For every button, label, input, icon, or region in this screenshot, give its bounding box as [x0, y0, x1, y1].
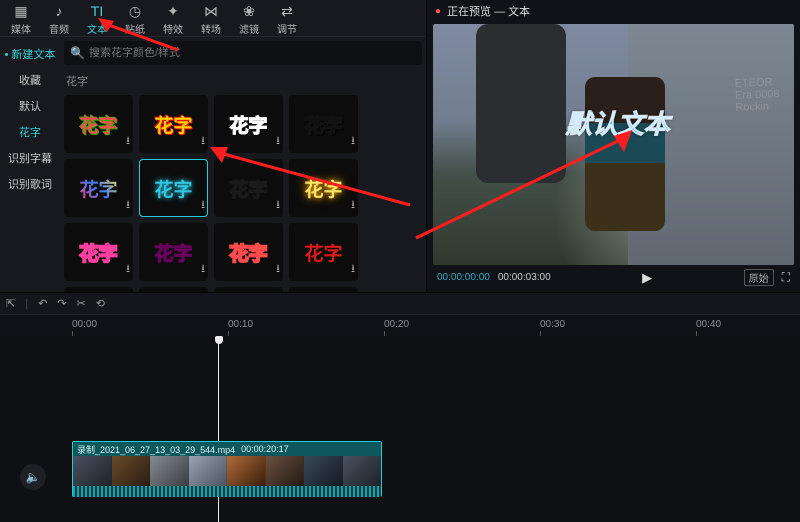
- text-preset[interactable]: 花字⭳: [214, 159, 283, 217]
- undo-icon[interactable]: ↶: [38, 297, 47, 310]
- download-icon: ⭳: [276, 132, 280, 151]
- tab-media[interactable]: ▦媒体: [2, 3, 40, 36]
- tab-sticker[interactable]: ◷贴纸: [116, 3, 154, 36]
- text-preset[interactable]: 花字⭳: [139, 287, 208, 292]
- download-icon: ⭳: [351, 132, 355, 151]
- download-icon: ⭳: [126, 132, 130, 151]
- split-icon[interactable]: ✂: [77, 297, 86, 310]
- text-preset[interactable]: 花字⭳: [64, 159, 133, 217]
- filter-icon: ❀: [230, 3, 268, 20]
- clip-duration: 00:00:20:17: [241, 444, 289, 454]
- tab-audio[interactable]: ♪音频: [40, 3, 78, 36]
- sidebar-item-new-text[interactable]: 新建文本: [0, 41, 60, 67]
- current-time: 00:00:00:00: [437, 272, 490, 283]
- sidebar-item-huazi[interactable]: 花字: [0, 119, 60, 145]
- adjust-icon: ⇄: [268, 3, 306, 20]
- text-preset[interactable]: 花字⭳: [214, 287, 283, 292]
- original-toggle[interactable]: 原始: [744, 269, 774, 286]
- total-time: 00:00:03:00: [498, 272, 551, 283]
- pointer-tool-icon[interactable]: ⇱: [6, 297, 15, 310]
- text-sidebar: 新建文本 收藏 默认 花字 识别字幕 识别歌词: [0, 37, 60, 292]
- download-icon: ⭳: [276, 196, 280, 215]
- download-icon: ⭳: [201, 132, 205, 151]
- sidebar-item-favorites[interactable]: 收藏: [0, 67, 60, 93]
- search-input[interactable]: [89, 47, 416, 59]
- top-tabstrip: ▦媒体 ♪音频 TI文本 ◷贴纸 ✦特效 ⋈转场 ❀滤镜 ⇄调节: [0, 0, 426, 37]
- tab-effect[interactable]: ✦特效: [154, 3, 192, 36]
- preview-panel: ● 正在预览 — 文本 ETEOR Era 0008 Rockin 默认文本 0…: [426, 0, 800, 292]
- transition-icon: ⋈: [192, 3, 230, 20]
- tab-adjust[interactable]: ⇄调节: [268, 3, 306, 36]
- download-icon: ⭳: [276, 260, 280, 279]
- timeline-tracks[interactable]: 🔈 录制_2021_06_27_13_03_29_544.mp4 00:00:2…: [0, 336, 800, 522]
- text-preset[interactable]: 花字⭳: [139, 223, 208, 281]
- tab-transition[interactable]: ⋈转场: [192, 3, 230, 36]
- download-icon: ⭳: [126, 260, 130, 279]
- text-preset[interactable]: 花字⭳: [289, 223, 358, 281]
- effect-icon: ✦: [154, 3, 192, 20]
- overlay-text[interactable]: 默认文本: [566, 104, 670, 141]
- text-preset[interactable]: 花字⭳: [64, 287, 133, 292]
- fullscreen-icon[interactable]: ⛶: [782, 270, 790, 285]
- download-icon: ⭳: [351, 260, 355, 279]
- media-icon: ▦: [2, 3, 40, 20]
- preview-title: ● 正在预览 — 文本: [427, 0, 800, 22]
- text-icon: TI: [78, 3, 116, 20]
- preset-grid: 花字⭳ 花字⭳ 花字⭳ 花字⭳ 花字⭳ 花字⭳ 花字⭳ 花字⭳ 花字⭳ 花字⭳ …: [64, 95, 422, 292]
- reset-icon[interactable]: ⟲: [96, 297, 105, 310]
- download-icon: ⭳: [201, 260, 205, 279]
- group-label: 花字: [66, 73, 422, 89]
- record-dot-icon: ●: [435, 6, 441, 17]
- download-icon: ⭳: [351, 196, 355, 215]
- play-button[interactable]: ▶: [642, 270, 652, 286]
- timeline-toolbar: ⇱ | ↶ ↷ ✂ ⟲: [0, 292, 800, 314]
- text-preset[interactable]: 花字⭳: [64, 95, 133, 153]
- search-box[interactable]: 🔍: [64, 41, 422, 65]
- clip-filename: 录制_2021_06_27_13_03_29_544.mp4: [77, 443, 235, 456]
- sidebar-item-subtitle-recog[interactable]: 识别字幕: [0, 145, 60, 171]
- audio-icon: ♪: [40, 3, 78, 20]
- text-preset[interactable]: 花字⭳: [64, 223, 133, 281]
- tab-filter[interactable]: ❀滤镜: [230, 3, 268, 36]
- preview-viewport[interactable]: ETEOR Era 0008 Rockin 默认文本: [433, 24, 794, 265]
- download-icon: ⭳: [201, 196, 205, 215]
- redo-icon[interactable]: ↷: [57, 297, 66, 310]
- text-preset[interactable]: 花字⭳: [289, 159, 358, 217]
- ruler-tick: 00:30: [540, 319, 565, 330]
- ruler-tick: 00:40: [696, 319, 721, 330]
- ruler-tick: 00:20: [384, 319, 409, 330]
- text-preset[interactable]: 花字⭳: [289, 287, 358, 292]
- text-preset[interactable]: 花字⭳: [139, 95, 208, 153]
- tab-text[interactable]: TI文本: [78, 3, 116, 36]
- sidebar-item-default[interactable]: 默认: [0, 93, 60, 119]
- text-preset[interactable]: 花字⭳: [214, 95, 283, 153]
- text-preset[interactable]: 花字⭳: [214, 223, 283, 281]
- video-clip[interactable]: 录制_2021_06_27_13_03_29_544.mp4 00:00:20:…: [72, 441, 382, 497]
- track-mute-button[interactable]: 🔈: [20, 464, 46, 490]
- search-icon: 🔍: [70, 46, 85, 60]
- text-preset[interactable]: 花字⭳: [289, 95, 358, 153]
- ruler-tick: 00:00: [72, 319, 97, 330]
- sidebar-item-lyrics-recog[interactable]: 识别歌词: [0, 171, 60, 197]
- time-ruler[interactable]: 00:00 00:10 00:20 00:30 00:40: [0, 314, 800, 336]
- ruler-tick: 00:10: [228, 319, 253, 330]
- sticker-icon: ◷: [116, 3, 154, 20]
- download-icon: ⭳: [126, 196, 130, 215]
- text-preset[interactable]: 花字⭳: [139, 159, 208, 217]
